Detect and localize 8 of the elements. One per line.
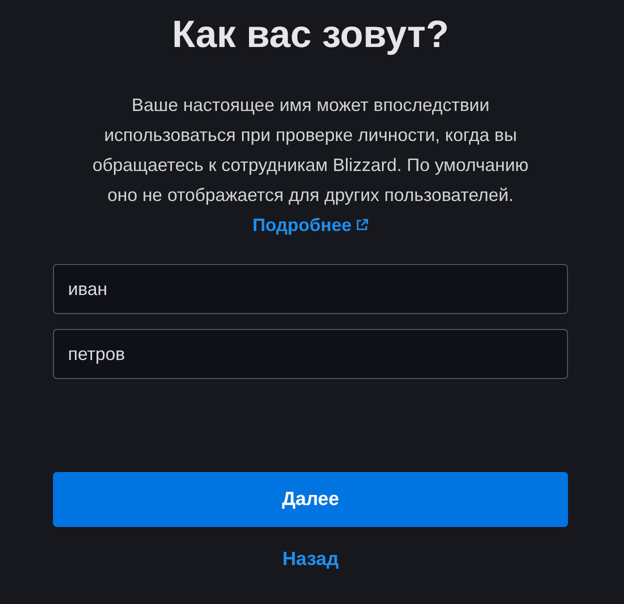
- external-link-icon: [354, 218, 369, 232]
- learn-more-link[interactable]: Подробнее: [252, 210, 369, 240]
- next-button[interactable]: Далее: [53, 472, 568, 527]
- back-link[interactable]: Назад: [282, 549, 339, 571]
- page-title: Как вас зовут?: [172, 13, 450, 58]
- description-text: Ваше настоящее имя может впоследствии использоваться при проверке личности, когда вы обращаетесь к сотрудникам Blizzard. По умолчанию оно не отображается для других пользователей. Подробнее: [76, 90, 546, 240]
- input-field[interactable]: петров: [53, 329, 568, 379]
- input-field[interactable]: иван: [53, 264, 568, 314]
